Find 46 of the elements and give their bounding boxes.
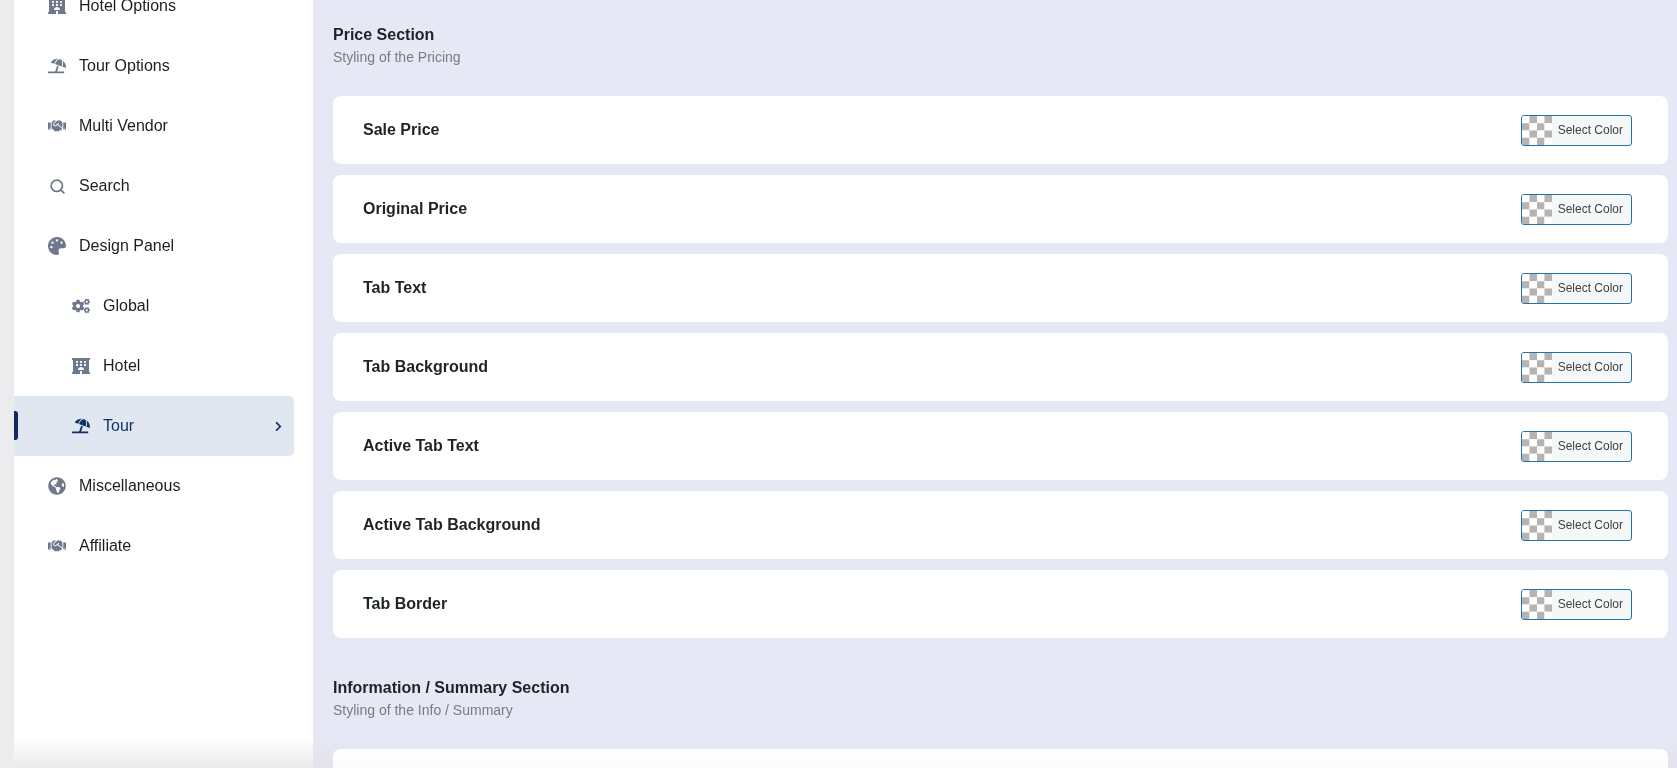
setting-label: Tab Text: [363, 279, 427, 297]
select-color-button[interactable]: Select Color: [1520, 272, 1632, 304]
setting-label: Tab Background: [363, 358, 489, 376]
section-subtitle: Styling of the Info / Summary: [333, 701, 514, 720]
color-swatch-icon: [1521, 589, 1552, 619]
setting-label: Original Price: [363, 200, 468, 218]
handshake-icon: [48, 537, 66, 555]
sidebar-item[interactable]: Search: [14, 156, 294, 216]
sidebar-item[interactable]: Hotel Options: [14, 0, 294, 36]
color-swatch-icon: [1521, 115, 1552, 145]
beach-umbrella-icon: [72, 417, 90, 435]
building-icon: [72, 357, 90, 375]
beach-umbrella-icon: [48, 57, 66, 75]
sidebar-item[interactable]: Hotel: [14, 336, 294, 396]
handshake-icon: [48, 117, 66, 135]
gears-icon: [72, 297, 90, 315]
color-swatch-icon: [1521, 352, 1552, 382]
select-color-button[interactable]: Select Color: [1520, 588, 1632, 620]
sidebar-item[interactable]: Global: [14, 276, 294, 336]
section-subtitle: Styling of the Pricing: [333, 48, 462, 67]
section-title: Price Section: [333, 25, 436, 45]
setting-label: Active Tab Text: [363, 437, 479, 455]
sidebar-item[interactable]: Multi Vendor: [14, 96, 294, 156]
select-color-button[interactable]: Select Color: [1520, 193, 1632, 225]
color-swatch-icon: [1521, 273, 1552, 303]
sidebar-item[interactable]: Tour: [14, 396, 294, 456]
setting-label: Tab Border: [363, 595, 448, 613]
select-color-button[interactable]: Select Color: [1520, 509, 1632, 541]
select-color-button[interactable]: Select Color: [1520, 114, 1632, 146]
building-icon: [48, 0, 66, 15]
color-swatch-icon: [1521, 510, 1552, 540]
sidebar-item[interactable]: Miscellaneous: [14, 456, 294, 516]
sidebar-item[interactable]: Affiliate: [14, 516, 294, 576]
color-swatch-icon: [1521, 431, 1552, 461]
select-color-button[interactable]: Select Color: [1520, 351, 1632, 383]
search-icon: [48, 177, 66, 195]
palette-icon: [48, 237, 66, 255]
sidebar-item[interactable]: Tour Options: [14, 36, 294, 96]
chevron-right-icon: [273, 420, 284, 432]
setting-label: Sale Price: [363, 121, 440, 139]
globe-icon: [48, 477, 66, 495]
select-color-button[interactable]: Select Color: [1520, 430, 1632, 462]
sidebar-item[interactable]: Design Panel: [14, 216, 294, 276]
section-title: Information / Summary Section: [333, 678, 571, 698]
color-swatch-icon: [1521, 194, 1552, 224]
setting-label: Active Tab Background: [363, 516, 541, 534]
